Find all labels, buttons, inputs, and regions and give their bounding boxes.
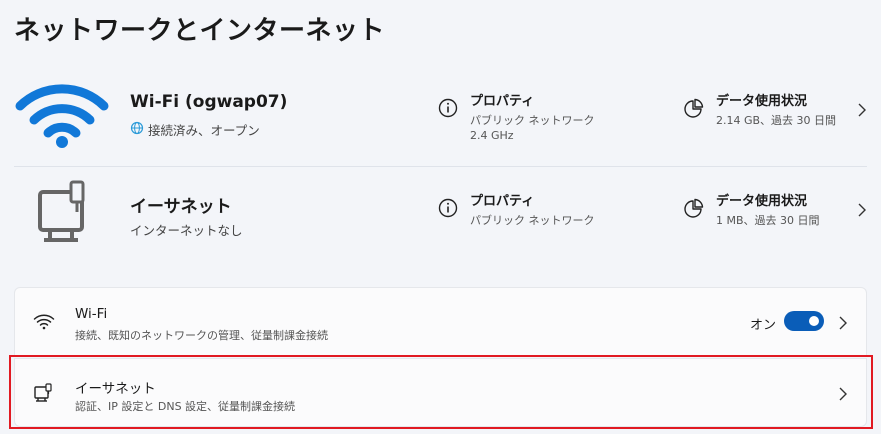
- wifi-status-text: 接続済み、オープン: [148, 123, 260, 138]
- ethernet-settings-card[interactable]: イーサネット 認証、IP 設定と DNS 設定、従量制課金接続: [14, 358, 867, 427]
- wifi-properties-button[interactable]: プロパティ パブリック ネットワーク 2.4 GHz: [438, 88, 638, 148]
- chevron-right-icon: [857, 102, 867, 121]
- globe-icon: [130, 121, 144, 138]
- network-profile-text: パブリック ネットワーク: [470, 114, 595, 127]
- wifi-card-subtitle: 接続、既知のネットワークの管理、従量制課金接続: [75, 329, 328, 342]
- page-title: ネットワークとインターネット: [14, 16, 386, 46]
- wifi-icon: [33, 312, 55, 334]
- ethernet-icon: [33, 383, 55, 407]
- data-usage-title: データ使用状況: [716, 94, 808, 109]
- pie-chart-icon: [682, 198, 704, 224]
- ethernet-large-icon: [14, 176, 110, 254]
- wifi-settings-card[interactable]: Wi-Fi 接続、既知のネットワークの管理、従量制課金接続 オン: [14, 287, 867, 356]
- data-usage-amount: 2.14 GB、過去 30 日間: [716, 114, 837, 127]
- ethernet-card-subtitle: 認証、IP 設定と DNS 設定、従量制課金接続: [75, 400, 296, 413]
- ethernet-card-title: イーサネット: [75, 381, 156, 397]
- properties-title: プロパティ: [470, 194, 535, 209]
- wifi-network-name: Wi-Fi (ogwap07): [130, 92, 288, 112]
- network-profile-text: パブリック ネットワーク: [470, 214, 595, 227]
- ethernet-properties-button[interactable]: プロパティ パブリック ネットワーク: [438, 188, 638, 248]
- wifi-large-icon: [14, 76, 110, 154]
- pie-chart-icon: [682, 98, 704, 124]
- wifi-data-usage-button[interactable]: データ使用状況 2.14 GB、過去 30 日間: [682, 88, 867, 148]
- data-usage-title: データ使用状況: [716, 194, 808, 209]
- chevron-right-icon: [838, 386, 848, 405]
- ethernet-data-usage-button[interactable]: データ使用状況 1 MB、過去 30 日間: [682, 188, 867, 248]
- chevron-right-icon: [838, 315, 848, 334]
- wifi-hero-section: Wi-Fi (ogwap07) 接続済み、オープン プロパティ パブリック ネッ…: [14, 70, 867, 164]
- info-icon: [438, 98, 458, 122]
- wifi-toggle-switch[interactable]: [784, 311, 824, 331]
- wifi-connection-status: 接続済み、オープン: [130, 120, 260, 139]
- wifi-band-text: 2.4 GHz: [470, 129, 514, 142]
- ethernet-status-text: インターネットなし: [130, 223, 243, 238]
- ethernet-hero-section: イーサネット インターネットなし プロパティ パブリック ネットワーク データ使…: [14, 170, 867, 264]
- properties-title: プロパティ: [470, 94, 535, 109]
- info-icon: [438, 198, 458, 222]
- wifi-toggle-label: オン: [750, 318, 777, 333]
- section-divider: [14, 166, 867, 167]
- data-usage-amount: 1 MB、過去 30 日間: [716, 214, 820, 227]
- chevron-right-icon: [857, 202, 867, 221]
- toggle-knob: [809, 316, 819, 326]
- ethernet-name: イーサネット: [130, 197, 232, 217]
- wifi-card-title: Wi-Fi: [75, 306, 108, 322]
